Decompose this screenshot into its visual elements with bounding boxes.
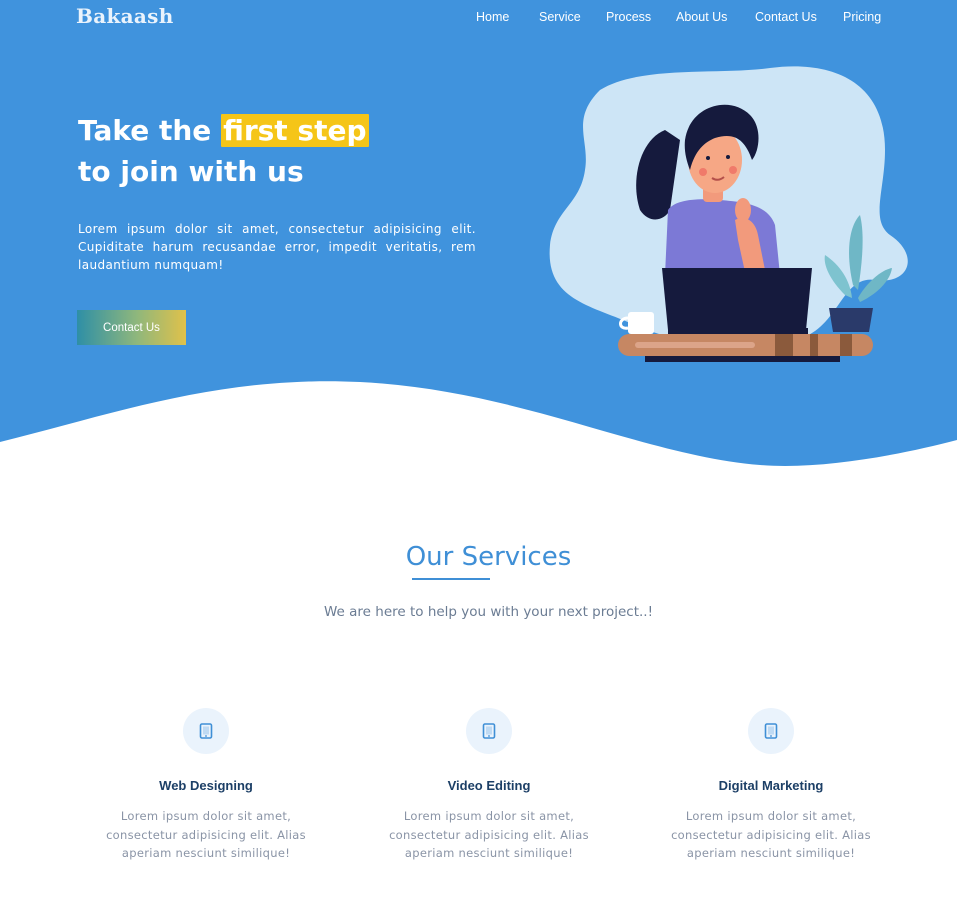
service-title: Web Designing bbox=[159, 778, 253, 793]
services-title-underline bbox=[412, 578, 490, 580]
nav-item-pricing[interactable]: Pricing bbox=[843, 10, 881, 24]
service-description: Lorem ipsum dolor sit amet, consectetur … bbox=[671, 809, 871, 860]
nav-item-service[interactable]: Service bbox=[539, 10, 581, 24]
service-card-video-editing: Video Editing Lorem ipsum dolor sit amet… bbox=[369, 708, 609, 878]
hero-section: Bakaash Home Service Process About Us Co… bbox=[0, 0, 957, 470]
service-description: Lorem ipsum dolor sit amet, consectetur … bbox=[106, 809, 306, 860]
service-description: Lorem ipsum dolor sit amet, consectetur … bbox=[389, 809, 589, 860]
service-title: Digital Marketing bbox=[718, 778, 824, 793]
hero-title-prefix: Take the bbox=[78, 114, 222, 147]
hero-title-highlight: first step bbox=[221, 114, 369, 147]
tablet-icon bbox=[466, 708, 512, 754]
tablet-icon bbox=[183, 708, 229, 754]
services-subtitle: We are here to help you with your next p… bbox=[323, 604, 654, 620]
nav-item-contact-us[interactable]: Contact Us bbox=[755, 10, 817, 24]
hero-title: Take the first step to join with us bbox=[78, 110, 369, 192]
hero-description: Lorem ipsum dolor sit amet, consectetur … bbox=[78, 222, 476, 272]
nav-item-home[interactable]: Home bbox=[476, 10, 509, 24]
service-title: Video Editing bbox=[447, 778, 531, 793]
nav-item-process[interactable]: Process bbox=[606, 10, 651, 24]
service-card-web-designing: Web Designing Lorem ipsum dolor sit amet… bbox=[86, 708, 326, 878]
woman-at-laptop-illustration bbox=[549, 66, 908, 362]
service-card-digital-marketing: Digital Marketing Lorem ipsum dolor sit … bbox=[651, 708, 891, 878]
contact-us-button[interactable]: Contact Us bbox=[77, 310, 186, 345]
main-nav: Home Service Process About Us Contact Us… bbox=[0, 10, 957, 28]
nav-item-about-us[interactable]: About Us bbox=[676, 10, 727, 24]
tablet-icon bbox=[748, 708, 794, 754]
services-title: Our Services bbox=[405, 542, 572, 572]
hero-title-line2: to join with us bbox=[78, 155, 304, 188]
